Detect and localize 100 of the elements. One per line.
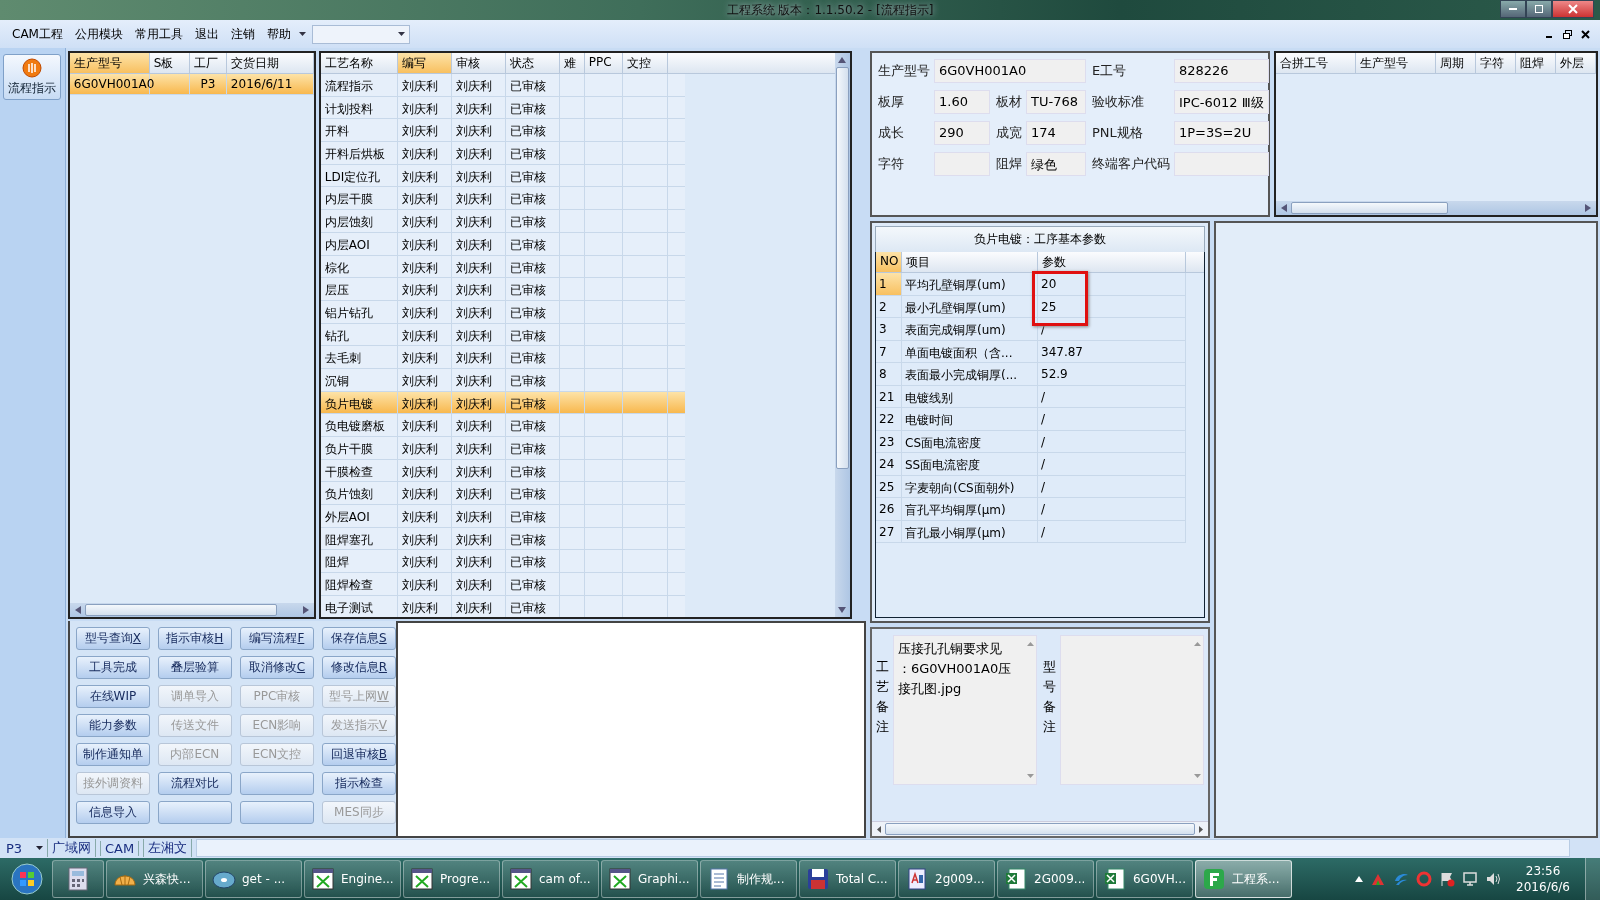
process-row[interactable]: 棕化 刘庆利 刘庆利 已审核 [320, 255, 685, 279]
column-header[interactable]: 合拼工号 [1276, 53, 1356, 73]
dropdown-field[interactable] [311, 24, 410, 44]
menu-item[interactable]: 公用模块 [68, 25, 129, 43]
column-header[interactable]: 状态 [505, 53, 560, 73]
input-field[interactable]: 6G0VH001A0 [934, 59, 1086, 83]
network-icon[interactable] [1462, 871, 1479, 887]
horizontal-scrollbar[interactable] [872, 821, 1208, 836]
close-button[interactable] [1552, 0, 1594, 18]
menu-item[interactable]: 帮助 [260, 25, 297, 43]
process-row[interactable]: 层压 刘庆利 刘庆利 已审核 [320, 278, 685, 301]
horizontal-scrollbar[interactable] [69, 603, 314, 617]
action-button[interactable]: 流程对比 [157, 772, 232, 795]
input-field[interactable]: TU-768 [1026, 90, 1086, 114]
show-desktop-button[interactable] [1585, 858, 1600, 900]
action-button[interactable]: 指示审核H [157, 627, 232, 650]
speaker-icon[interactable] [1485, 871, 1502, 887]
taskbar-button[interactable]: Engine... [304, 860, 401, 898]
menu-item[interactable]: CAM工程 [6, 25, 69, 43]
action-button[interactable]: 信息导入 [75, 801, 150, 824]
action-button[interactable]: 修改信息R [321, 656, 396, 679]
column-header[interactable]: 审核 [451, 53, 506, 73]
process-row[interactable]: 负片电镀 刘庆利 刘庆利 已审核 [320, 391, 685, 415]
process-row[interactable]: 外层AOI 刘庆利 刘庆利 已审核 [320, 505, 685, 528]
column-header[interactable]: 阻焊 [1516, 53, 1556, 73]
horizontal-scrollbar[interactable] [1276, 201, 1596, 215]
process-row[interactable]: 内层AOI 刘庆利 刘庆利 已审核 [320, 232, 685, 256]
taskbar-button[interactable]: Graphi... [601, 860, 698, 898]
factory-dropdown[interactable]: P3 [6, 840, 32, 856]
row-number[interactable]: 25 [876, 475, 902, 497]
row-number[interactable]: 2 [876, 295, 902, 317]
process-row[interactable]: 去毛刺 刘庆利 刘庆利 已审核 [320, 346, 685, 369]
input-field[interactable]: IPC-6012 Ⅲ级 [1174, 90, 1269, 114]
row-number[interactable]: 24 [876, 453, 902, 475]
column-header[interactable]: 编写 [397, 53, 452, 73]
caret-icon[interactable] [1355, 876, 1364, 882]
column-header[interactable]: 文控 [622, 53, 668, 73]
action-button[interactable]: 制作通知单 [75, 743, 150, 766]
menu-item[interactable]: 常用工具 [128, 25, 189, 43]
flag-icon[interactable] [1439, 871, 1456, 887]
taskbar-button[interactable]: get - ... [205, 860, 302, 898]
input-field[interactable]: 174 [1026, 121, 1086, 145]
taskbar-button[interactable]: 工程系... [1195, 860, 1292, 898]
column-header[interactable]: 外层 [1556, 53, 1596, 73]
taskbar-button[interactable]: 6G0VH... [1096, 860, 1193, 898]
column-header[interactable]: 参数 [1038, 252, 1186, 272]
row-number[interactable]: 27 [876, 520, 902, 542]
process-row[interactable]: 计划投料 刘庆利 刘庆利 已审核 [320, 96, 685, 120]
caret-icon[interactable] [298, 32, 306, 36]
process-row[interactable]: 阻焊塞孔 刘庆利 刘庆利 已审核 [320, 527, 685, 551]
process-row[interactable]: 电子测试 刘庆利 刘庆利 已审核 [320, 595, 685, 617]
menu-item[interactable]: 退出 [188, 25, 225, 43]
input-field[interactable] [1174, 152, 1269, 176]
process-row[interactable]: 阻焊检查 刘庆利 刘庆利 已审核 [320, 573, 685, 596]
taskbar-button[interactable]: 兴森快... [106, 860, 203, 898]
process-row[interactable]: 负片蚀刻 刘庆利 刘庆利 已审核 [320, 482, 685, 506]
up-arrow-icon[interactable] [1193, 642, 1201, 646]
taskbar-button[interactable]: Total C... [799, 860, 896, 898]
down-arrow-icon[interactable] [1193, 774, 1201, 778]
clock[interactable]: 23:56 2016/6/6 [1508, 863, 1578, 895]
process-row[interactable]: LDI定位孔 刘庆利 刘庆利 已审核 [320, 164, 685, 188]
column-header[interactable]: 生产型号 [1356, 53, 1436, 73]
up-arrow-icon[interactable] [1026, 642, 1034, 646]
action-button[interactable]: 在线WIP [75, 685, 150, 708]
input-field[interactable]: 290 [934, 121, 990, 145]
row-number[interactable]: 23 [876, 430, 902, 452]
process-row[interactable]: 负电镀磨板 刘庆利 刘庆利 已审核 [320, 414, 685, 437]
input-field[interactable]: 1P=3S=2U [1174, 121, 1269, 145]
taskbar-button[interactable]: Progre... [403, 860, 500, 898]
row-number[interactable]: 8 [876, 363, 902, 385]
column-header[interactable]: NO [876, 252, 902, 272]
row-number[interactable]: 1 [876, 273, 902, 295]
process-row[interactable]: 沉铜 刘庆利 刘庆利 已审核 [320, 368, 685, 392]
input-field[interactable]: 1.60 [934, 90, 990, 114]
column-header[interactable]: 生产型号 [69, 53, 150, 73]
column-header[interactable]: 工艺名称 [320, 53, 398, 73]
process-row[interactable]: 内层蚀刻 刘庆利 刘庆利 已审核 [320, 210, 685, 233]
process-row[interactable]: 干膜检查 刘庆利 刘庆利 已审核 [320, 459, 685, 483]
row-number[interactable]: 7 [876, 340, 902, 362]
up-arrow-icon[interactable] [838, 57, 847, 63]
right-arrow-icon[interactable] [1585, 204, 1591, 212]
column-header[interactable]: PPC [584, 53, 623, 73]
process-row[interactable]: 开料 刘庆利 刘庆利 已审核 [320, 119, 685, 143]
action-button[interactable]: 保存信息S [321, 627, 396, 650]
action-button[interactable]: 回退审核B [321, 743, 396, 766]
row-number[interactable]: 26 [876, 498, 902, 520]
input-field[interactable]: 绿色 [1026, 152, 1086, 176]
vertical-scrollbar[interactable] [834, 53, 850, 617]
taskbar-button[interactable]: 制作规... [700, 860, 797, 898]
maximize-button[interactable] [1526, 0, 1552, 18]
row-number[interactable]: 21 [876, 385, 902, 407]
action-button[interactable]: 指示检查 [321, 772, 396, 795]
taskbar-button[interactable] [52, 860, 104, 898]
flow-button[interactable]: 流程指示 [3, 54, 61, 100]
action-button[interactable]: 叠层验算 [157, 656, 232, 679]
taskbar-button[interactable]: 2g009... [898, 860, 995, 898]
tray-swirl-icon[interactable] [1393, 871, 1410, 887]
action-button[interactable]: 编写流程F [239, 627, 314, 650]
row-number[interactable]: 22 [876, 408, 902, 430]
process-row[interactable]: 内层干膜 刘庆利 刘庆利 已审核 [320, 187, 685, 211]
